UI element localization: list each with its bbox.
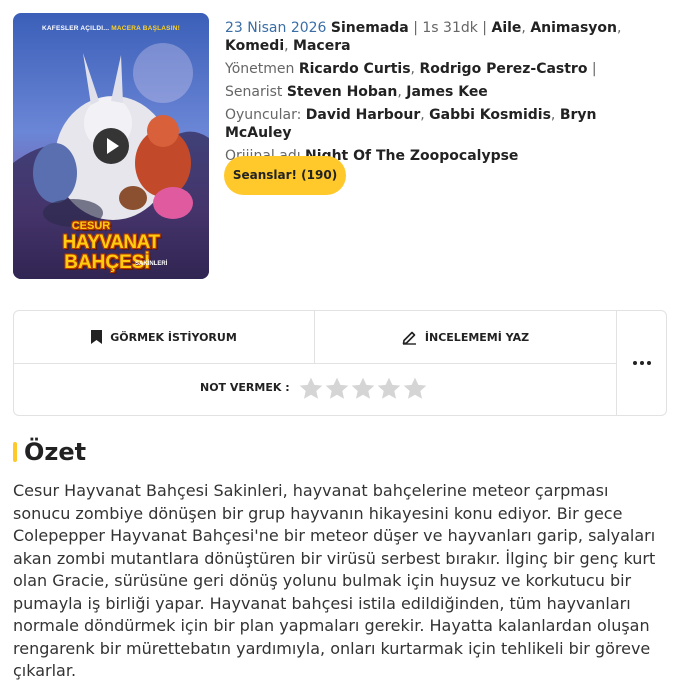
director-link[interactable]: Rodrigo Perez-Castro xyxy=(419,61,587,77)
poster-title-line1: CESUR xyxy=(71,220,111,232)
star-icon[interactable] xyxy=(298,376,324,402)
rating-row: NOT VERMEK : xyxy=(14,364,617,415)
showtimes-button[interactable]: Seanslar! (190) xyxy=(224,156,346,195)
writer-link[interactable]: James Kee xyxy=(406,84,488,100)
dot-icon xyxy=(633,361,637,365)
cast-link[interactable]: David Harbour xyxy=(306,107,420,123)
star-icon[interactable] xyxy=(376,376,402,402)
cast-label: Oyuncular: xyxy=(225,107,302,123)
director-row: Yönetmen Ricardo Curtis, Rodrigo Perez-C… xyxy=(225,61,597,77)
more-options-button[interactable] xyxy=(617,311,667,415)
star-icon[interactable] xyxy=(402,376,428,402)
movie-poster[interactable]: KAFESLER AÇILDI... MACERA BAŞLASIN! CESU… xyxy=(13,13,209,279)
genre-aile[interactable]: Aile xyxy=(491,20,521,36)
summary-text: Cesur Hayvanat Bahçesi Sakinleri, hayvan… xyxy=(13,481,656,680)
duration: 1s 31dk xyxy=(422,20,478,36)
poster-title-line3: BAHÇESİ xyxy=(64,252,150,273)
bookmark-icon xyxy=(91,330,103,344)
release-status: Sinemada xyxy=(330,20,409,36)
pencil-icon xyxy=(402,331,416,345)
star-icon[interactable] xyxy=(324,376,350,402)
writer-row: Senarist Steven Hoban, James Kee xyxy=(225,84,488,100)
release-date[interactable]: 23 Nisan 2026 xyxy=(225,20,326,36)
user-actions-panel: GÖRMEK İSTİYORUM İNCELEMEMİ YAZ NOT VERM… xyxy=(13,310,667,416)
dot-icon xyxy=(647,361,651,365)
rate-label: NOT VERMEK : xyxy=(200,381,290,394)
director-link[interactable]: Ricardo Curtis xyxy=(299,61,411,77)
genre-komedi[interactable]: Komedi xyxy=(225,38,284,54)
writer-label: Senarist xyxy=(225,84,283,100)
summary-heading: Özet xyxy=(13,437,86,467)
play-trailer-icon[interactable] xyxy=(93,128,129,164)
watchlist-label: GÖRMEK İSTİYORUM xyxy=(110,330,237,344)
movie-info: 23 Nisan 2026 Sinemada | 1s 31dk | Aile,… xyxy=(225,19,665,170)
poster-title-line4: SAKİNLERİ xyxy=(135,261,168,267)
star-icon[interactable] xyxy=(350,376,376,402)
poster-title-line2: HAYVANAT xyxy=(62,232,161,253)
cast-row: Oyuncular: David Harbour, Gabbi Kosmidis… xyxy=(225,107,597,141)
write-review-button[interactable]: İNCELEMEMİ YAZ xyxy=(315,311,617,364)
summary-title: Özet xyxy=(24,438,87,466)
release-row: 23 Nisan 2026 Sinemada | 1s 31dk | Aile,… xyxy=(225,20,622,54)
cast-link[interactable]: Gabbi Kosmidis xyxy=(429,107,551,123)
star-rating[interactable] xyxy=(298,376,428,402)
watchlist-button[interactable]: GÖRMEK İSTİYORUM xyxy=(14,311,315,364)
review-label: İNCELEMEMİ YAZ xyxy=(424,330,530,344)
writer-link[interactable]: Steven Hoban xyxy=(287,84,398,100)
dot-icon xyxy=(640,361,644,365)
director-label: Yönetmen xyxy=(225,61,295,77)
accent-bar xyxy=(13,442,17,462)
genre-macera[interactable]: Macera xyxy=(293,38,351,54)
genre-animasyon[interactable]: Animasyon xyxy=(530,20,617,36)
poster-tagline: KAFESLER AÇILDI... MACERA BAŞLASIN! xyxy=(42,25,180,32)
